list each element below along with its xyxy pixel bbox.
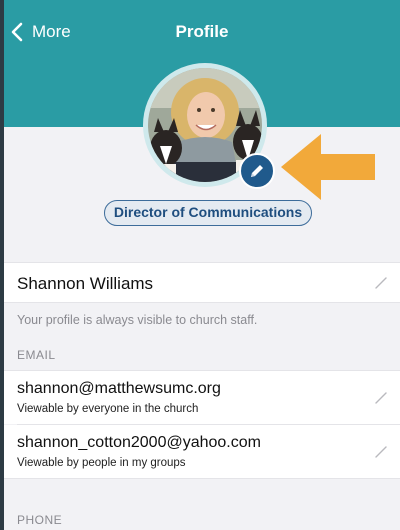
visibility-note: Your profile is always visible to church… [17,313,258,327]
edit-photo-button[interactable] [239,153,275,189]
page-title: Profile [175,22,229,41]
email-row-1[interactable]: shannon@matthewsumc.org Viewable by ever… [4,370,400,424]
annotation-arrow [281,134,375,200]
email-address: shannon@matthewsumc.org [17,380,221,397]
role-badge: Director of Communications [104,200,312,226]
name-row[interactable]: Shannon Williams [4,262,400,303]
email-section-label: EMAIL [17,348,56,362]
profile-screen: More Profile Director of Communications … [4,0,400,530]
phone-section-label: PHONE [17,513,63,527]
email-visibility: Viewable by people in my groups [17,457,186,469]
edit-pencil-icon[interactable] [374,391,388,405]
email-row-2[interactable]: shannon_cotton2000@yahoo.com Viewable by… [4,425,400,479]
pencil-icon [251,165,263,177]
profile-name: Shannon Williams [17,274,154,293]
email-address: shannon_cotton2000@yahoo.com [17,434,261,451]
edit-pencil-icon[interactable] [374,276,388,290]
email-visibility: Viewable by everyone in the church [17,403,199,415]
edit-pencil-icon[interactable] [374,445,388,459]
